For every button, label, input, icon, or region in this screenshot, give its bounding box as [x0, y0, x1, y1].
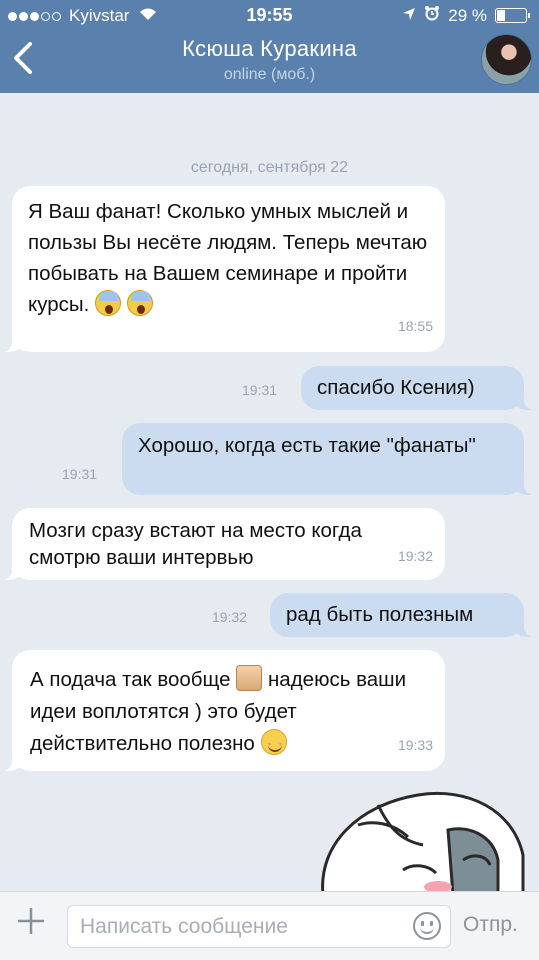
message-text: Я Ваш фанат! Сколько умных мыслей и поль… [28, 200, 428, 316]
battery-icon [495, 8, 530, 23]
message-text: Мозги сразу встают на место когда смотрю… [29, 519, 362, 569]
message-time: 19:31 [62, 466, 98, 482]
message-text: А подача так вообще [30, 668, 231, 691]
message-outgoing[interactable]: рад быть полезным [270, 593, 538, 637]
status-icons: 29 % [402, 5, 530, 26]
plus-icon[interactable] [16, 905, 46, 943]
message-outgoing[interactable]: Хорошо, когда есть такие "фанаты" [122, 423, 538, 495]
contact-name: Ксюша Куракина [182, 36, 357, 61]
message-text: рад быть полезным [286, 603, 474, 626]
location-icon [402, 6, 416, 26]
message-time: 19:33 [397, 737, 433, 753]
message-text: Хорошо, когда есть такие "фанаты" [138, 434, 476, 457]
chat-header: Kyivstar 19:55 29 % Ксюша Куракина onlin… [0, 0, 539, 93]
message-incoming[interactable]: А подача так вообще надеюсь ваши идеи во… [0, 650, 445, 771]
date-separator: сегодня, сентября 22 [190, 159, 349, 176]
scream-icon [126, 290, 153, 316]
message-incoming[interactable]: Я Ваш фанат! Сколько умных мыслей и поль… [0, 186, 445, 352]
thumbs-up-icon [236, 665, 263, 691]
contact-info[interactable]: Ксюша Куракина online (моб.) [0, 36, 539, 84]
message-time: 18:55 [397, 318, 433, 334]
message-composer: Отпр. [0, 891, 539, 960]
smile-icon [260, 729, 287, 755]
crying-bunny-sticker[interactable] [318, 785, 528, 897]
message-time: 19:32 [397, 548, 433, 564]
send-button[interactable]: Отпр. [463, 913, 518, 937]
alarm-icon [424, 5, 440, 26]
contact-status: online (моб.) [223, 66, 316, 83]
message-text: спасибо Ксения) [317, 376, 475, 399]
message-outgoing[interactable]: спасибо Ксения) [301, 366, 538, 410]
smiley-icon[interactable] [413, 912, 441, 940]
status-bar: Kyivstar 19:55 29 % [0, 0, 539, 30]
scream-icon [95, 290, 122, 316]
message-time: 19:31 [242, 382, 278, 398]
avatar[interactable] [481, 34, 532, 85]
message-time: 19:32 [212, 609, 248, 625]
message-incoming[interactable]: Мозги сразу встают на место когда смотрю… [0, 508, 445, 580]
battery-percent: 29 % [448, 5, 487, 25]
message-input[interactable] [67, 905, 451, 948]
